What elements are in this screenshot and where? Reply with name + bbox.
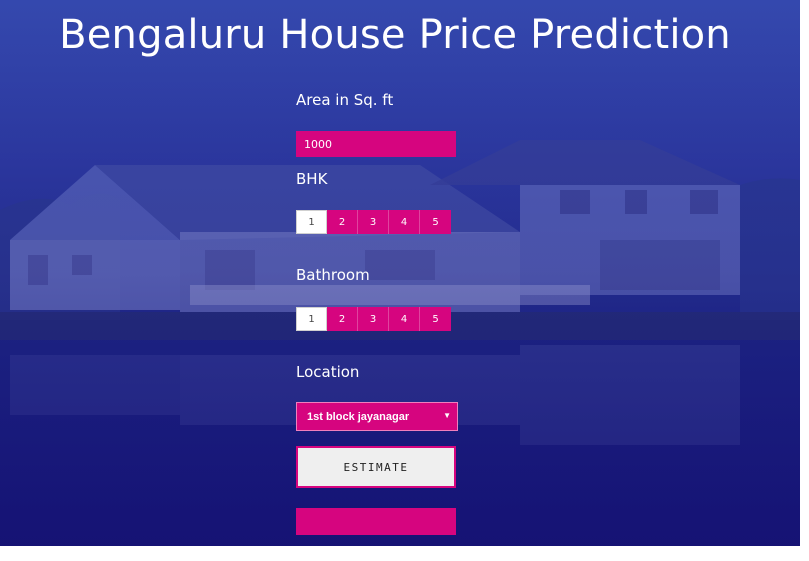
bhk-option-4[interactable]: 4 — [389, 210, 420, 234]
bathroom-option-3[interactable]: 3 — [358, 307, 389, 331]
bathroom-option-4[interactable]: 4 — [389, 307, 420, 331]
area-label: Area in Sq. ft — [296, 91, 394, 109]
bhk-option-2[interactable]: 2 — [327, 210, 358, 234]
area-input[interactable] — [296, 131, 456, 157]
bhk-option-5[interactable]: 5 — [420, 210, 451, 234]
bhk-option-3[interactable]: 3 — [358, 210, 389, 234]
bathroom-option-5[interactable]: 5 — [420, 307, 451, 331]
bhk-option-1[interactable]: 1 — [296, 210, 327, 234]
bhk-label: BHK — [296, 170, 328, 188]
location-selected-value: 1st block jayanagar — [307, 410, 410, 423]
page-title: Bengaluru House Price Prediction — [59, 12, 731, 58]
bathroom-option-1[interactable]: 1 — [296, 307, 327, 331]
bhk-selector: 1 2 3 4 5 — [296, 210, 451, 234]
location-select[interactable]: 1st block jayanagar ▼ — [296, 402, 458, 431]
bathroom-option-2[interactable]: 2 — [327, 307, 358, 331]
estimated-price-output — [296, 508, 456, 535]
location-label: Location — [296, 363, 360, 381]
bathroom-label: Bathroom — [296, 266, 370, 284]
bathroom-selector: 1 2 3 4 5 — [296, 307, 451, 331]
dropdown-caret-icon: ▼ — [443, 411, 451, 420]
estimate-button[interactable]: ESTIMATE — [296, 446, 456, 488]
